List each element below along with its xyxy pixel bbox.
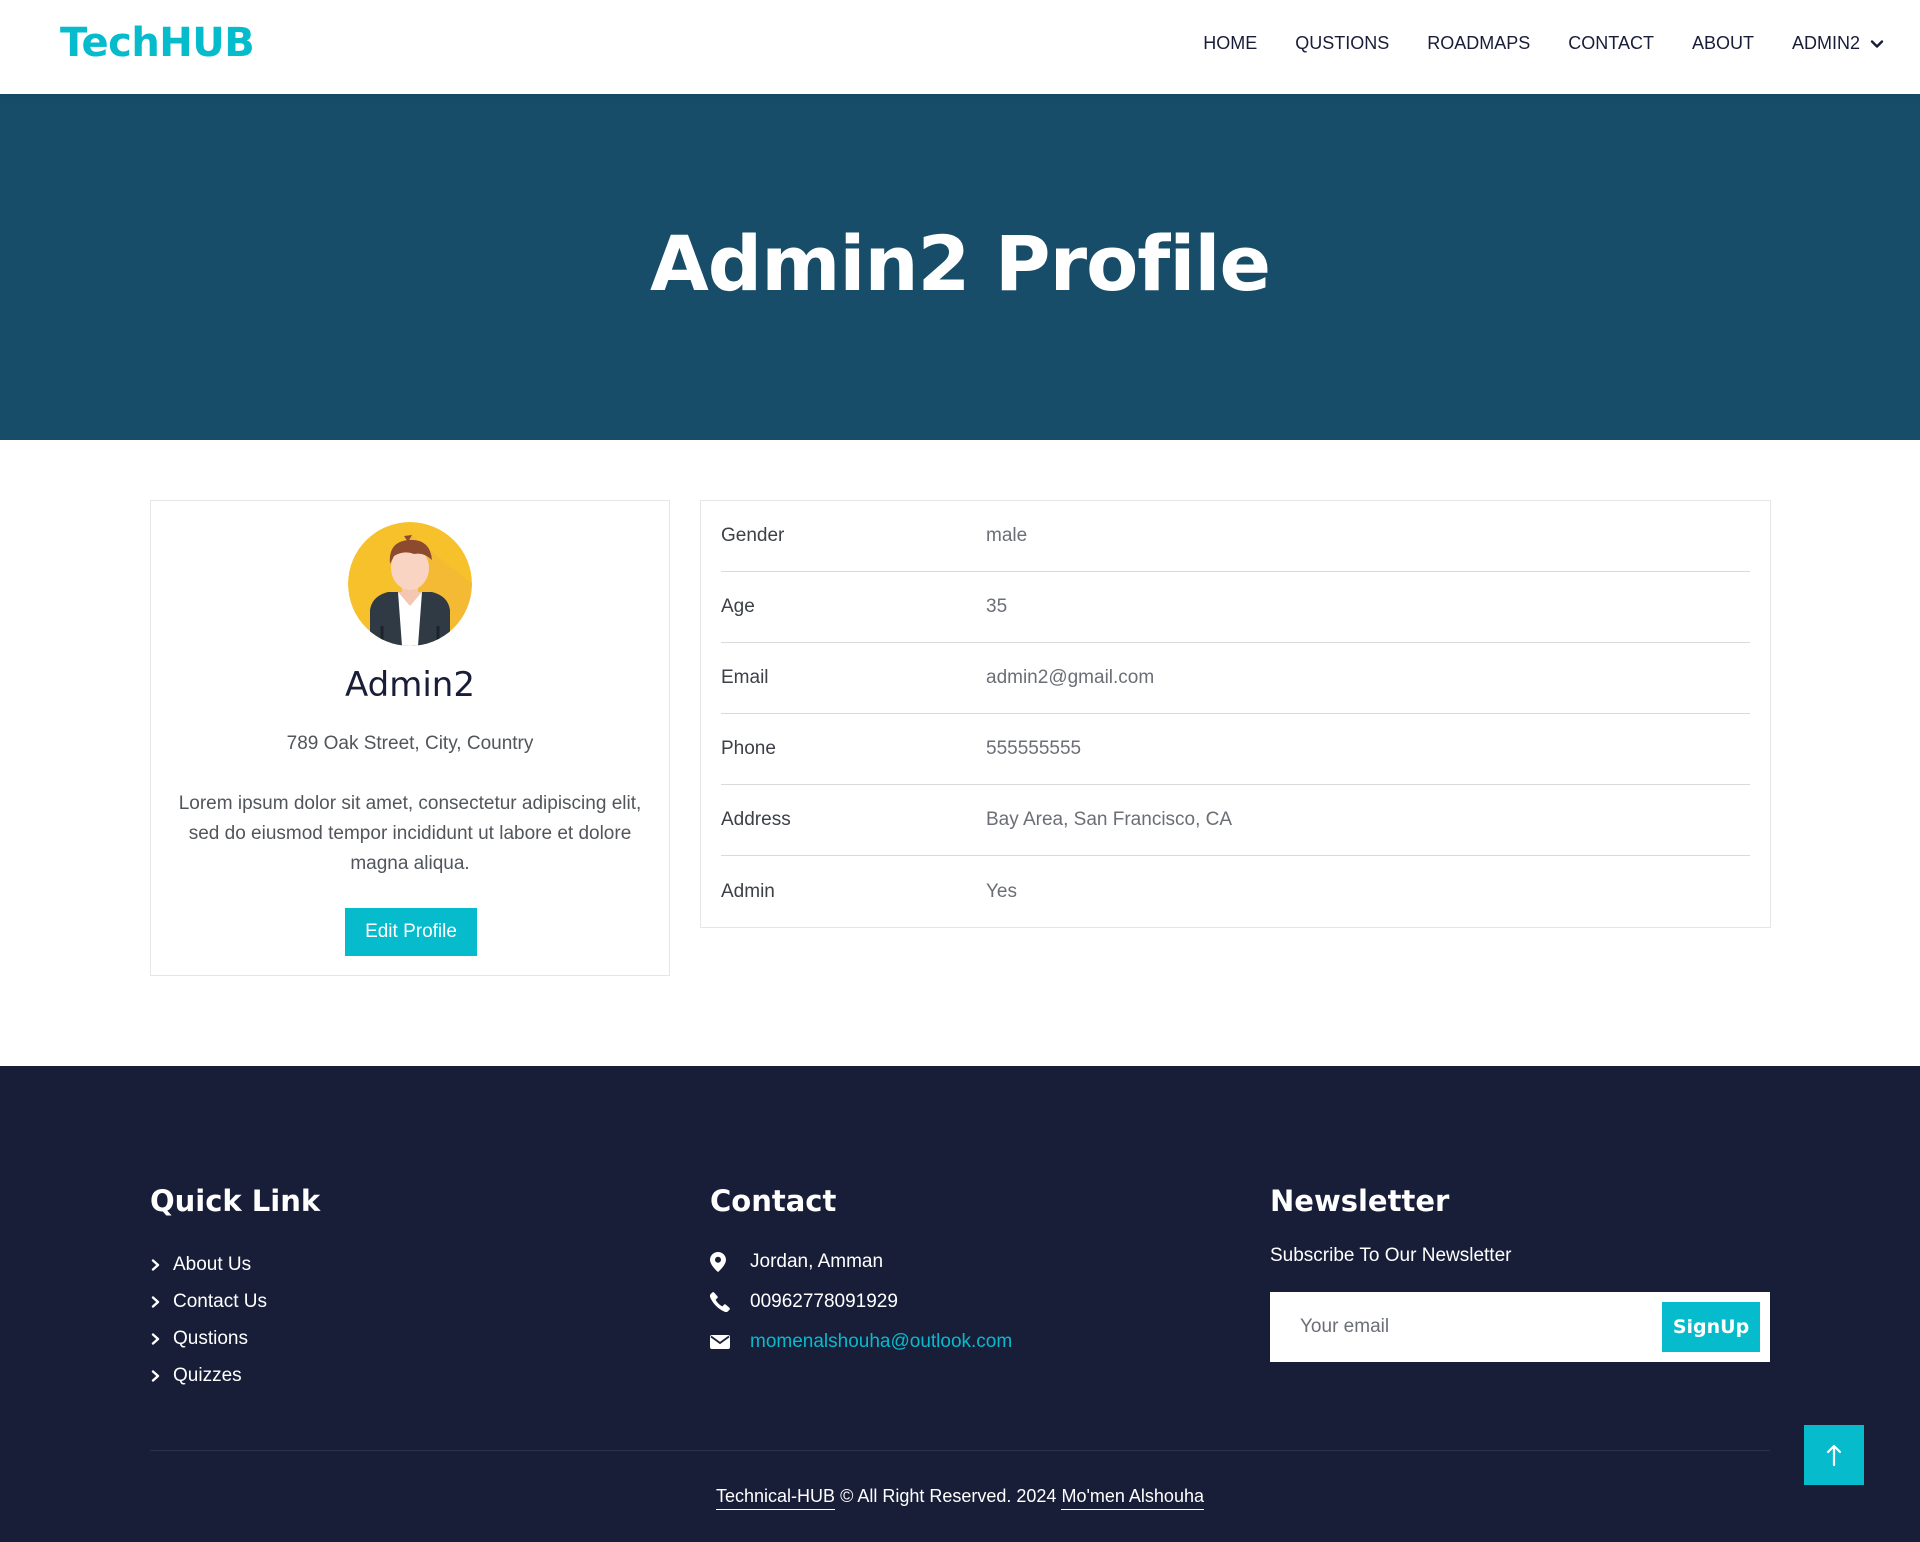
contact-email-link[interactable]: momenalshouha@outlook.com bbox=[750, 1331, 1012, 1353]
quick-link-contact[interactable]: Contact Us bbox=[150, 1283, 267, 1320]
quick-link-label: Quizzes bbox=[173, 1364, 242, 1386]
page-header: Admin2 Profile bbox=[0, 94, 1920, 440]
chevron-right-icon bbox=[151, 1258, 160, 1271]
user-menu[interactable]: ADMIN2 bbox=[1792, 33, 1884, 54]
profile-card: Admin2 789 Oak Street, City, Country Lor… bbox=[150, 500, 670, 976]
footer: Quick Link About Us Contact Us Qustions … bbox=[0, 1066, 1920, 1542]
map-marker-icon bbox=[710, 1252, 726, 1272]
detail-label: Gender bbox=[721, 525, 785, 546]
envelope-icon bbox=[710, 1335, 730, 1349]
newsletter-subtitle: Subscribe To Our Newsletter bbox=[1270, 1245, 1512, 1266]
author-link[interactable]: Mo'men Alshouha bbox=[1061, 1486, 1204, 1510]
quick-link-quizzes[interactable]: Quizzes bbox=[150, 1357, 267, 1394]
contact-location-text: Jordan, Amman bbox=[750, 1251, 884, 1272]
contact-email: momenalshouha@outlook.com bbox=[710, 1322, 1012, 1362]
nav-contact[interactable]: CONTACT bbox=[1568, 33, 1654, 54]
detail-label: Email bbox=[721, 667, 769, 688]
detail-value: male bbox=[986, 525, 1028, 546]
quick-link-label: About Us bbox=[173, 1253, 252, 1275]
detail-value: admin2@gmail.com bbox=[986, 667, 1155, 688]
profile-address: 789 Oak Street, City, Country bbox=[286, 733, 534, 754]
profile-name: Admin2 bbox=[345, 665, 475, 705]
contact-heading: Contact bbox=[710, 1184, 837, 1218]
footer-divider bbox=[150, 1450, 1770, 1451]
detail-value: Yes bbox=[986, 880, 1017, 902]
detail-label: Admin bbox=[721, 880, 775, 902]
site-link[interactable]: Technical-HUB bbox=[716, 1486, 836, 1510]
quick-link-heading: Quick Link bbox=[150, 1184, 321, 1218]
arrow-up-icon bbox=[1826, 1444, 1842, 1467]
user-menu-label: ADMIN2 bbox=[1791, 33, 1860, 53]
profile-details: Gender male Age 35 Email admin2@gmail.com P… bbox=[700, 500, 1771, 928]
newsletter-email-input[interactable] bbox=[1270, 1292, 1650, 1362]
quick-link-about[interactable]: About Us bbox=[150, 1246, 267, 1283]
back-to-top-button[interactable] bbox=[1804, 1425, 1864, 1485]
nav-qustions[interactable]: QUSTIONS bbox=[1295, 33, 1389, 54]
contact-phone: 00962778091929 bbox=[710, 1282, 1012, 1322]
chevron-down-icon bbox=[1870, 39, 1884, 48]
detail-row-email: Email admin2@gmail.com bbox=[721, 643, 1750, 714]
detail-row-admin: Admin Yes bbox=[721, 856, 1750, 927]
edit-profile-button[interactable]: Edit Profile bbox=[345, 908, 477, 956]
nav-about[interactable]: ABOUT bbox=[1692, 33, 1754, 54]
detail-label: Age bbox=[721, 596, 755, 617]
signup-button[interactable]: SignUp bbox=[1662, 1302, 1760, 1352]
chevron-right-icon bbox=[151, 1369, 160, 1382]
quick-link-qustions[interactable]: Qustions bbox=[150, 1320, 267, 1357]
nav-roadmaps[interactable]: ROADMAPS bbox=[1427, 33, 1530, 54]
copyright-text: © All Right Reserved. 2024 bbox=[835, 1486, 1062, 1506]
detail-label: Phone bbox=[721, 738, 776, 759]
nav-home[interactable]: HOME bbox=[1203, 33, 1257, 54]
main-nav: HOME QUSTIONS ROADMAPS CONTACT ABOUT ADM… bbox=[1165, 33, 1884, 54]
detail-value: 35 bbox=[986, 596, 1008, 617]
quick-links: About Us Contact Us Qustions Quizzes bbox=[150, 1246, 267, 1394]
copyright: Technical-HUB © All Right Reserved. 2024… bbox=[0, 1486, 1920, 1510]
page-title: Admin2 Profile bbox=[649, 218, 1271, 308]
detail-row-address: Address Bay Area, San Francisco, CA bbox=[721, 785, 1750, 856]
detail-value: 555555555 bbox=[986, 738, 1082, 759]
detail-row-phone: Phone 555555555 bbox=[721, 714, 1750, 785]
detail-label: Address bbox=[721, 809, 791, 830]
detail-value: Bay Area, San Francisco, CA bbox=[986, 809, 1233, 830]
quick-link-label: Qustions bbox=[173, 1327, 248, 1349]
chevron-right-icon bbox=[151, 1295, 160, 1308]
detail-row-gender: Gender male bbox=[721, 501, 1750, 572]
newsletter-form: SignUp bbox=[1270, 1292, 1770, 1362]
phone-icon bbox=[710, 1292, 730, 1312]
newsletter-heading: Newsletter bbox=[1270, 1184, 1450, 1218]
brand-logo[interactable]: TechHUB bbox=[60, 20, 255, 66]
profile-bio: Lorem ipsum dolor sit amet, consectetur … bbox=[178, 793, 642, 874]
contact-info: Jordan, Amman 00962778091929 momenalshou… bbox=[710, 1242, 1012, 1362]
quick-link-label: Contact Us bbox=[173, 1290, 267, 1312]
contact-location: Jordan, Amman bbox=[710, 1242, 1012, 1282]
contact-phone-text: 00962778091929 bbox=[750, 1291, 898, 1312]
detail-row-age: Age 35 bbox=[721, 572, 1750, 643]
avatar bbox=[348, 522, 472, 646]
navbar: TechHUB HOME QUSTIONS ROADMAPS CONTACT A… bbox=[0, 0, 1920, 94]
chevron-right-icon bbox=[151, 1332, 160, 1345]
